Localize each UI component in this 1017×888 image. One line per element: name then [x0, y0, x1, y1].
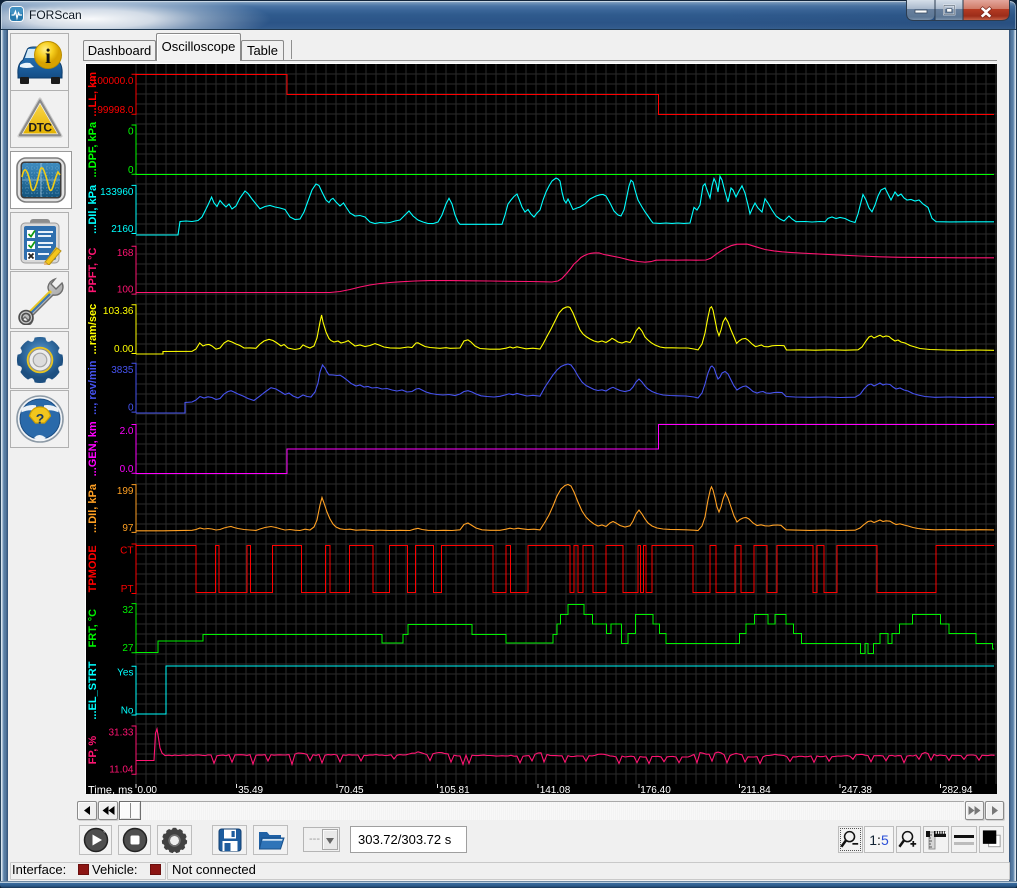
svg-text:11.04: 11.04	[109, 765, 134, 776]
svg-text:i: i	[45, 44, 51, 68]
svg-text:35.49: 35.49	[238, 785, 263, 794]
svg-text:...LL, km: ...LL, km	[87, 72, 99, 117]
svg-text:32: 32	[122, 605, 134, 616]
svg-text:PPFT, °C: PPFT, °C	[87, 247, 99, 292]
svg-text:..., rev/min: ..., rev/min	[87, 360, 99, 415]
svg-text:Time, ms: Time, ms	[88, 785, 133, 795]
svg-text:176.40: 176.40	[640, 785, 671, 794]
svg-text:PT: PT	[121, 584, 134, 595]
svg-text:247.38: 247.38	[841, 785, 872, 794]
svg-text:2160: 2160	[111, 224, 134, 235]
svg-text:...ram/sec: ...ram/sec	[87, 304, 99, 355]
svg-text:100: 100	[117, 285, 134, 296]
svg-text:0.00: 0.00	[114, 344, 134, 355]
svg-text:282.94: 282.94	[942, 785, 973, 794]
svg-text:CT: CT	[120, 546, 133, 557]
svg-text:?: ?	[35, 411, 44, 427]
svg-text:0.00: 0.00	[138, 785, 158, 794]
svg-text:0: 0	[128, 127, 134, 138]
svg-text:2.0: 2.0	[120, 426, 134, 437]
svg-text:27: 27	[122, 643, 134, 654]
svg-text:0.0: 0.0	[120, 464, 134, 475]
svg-text:103.36: 103.36	[103, 306, 134, 317]
svg-text:70.45: 70.45	[339, 785, 364, 794]
svg-text:133960: 133960	[100, 187, 134, 198]
svg-text:105.81: 105.81	[439, 785, 470, 794]
svg-text:...DIl, kPa: ...DIl, kPa	[87, 483, 99, 533]
svg-text:211.84: 211.84	[741, 785, 771, 794]
svg-text:DTC: DTC	[28, 121, 52, 135]
svg-text:...GEN, km: ...GEN, km	[87, 421, 99, 476]
svg-text:97: 97	[122, 523, 134, 534]
svg-text:199: 199	[117, 486, 134, 497]
svg-text:...DPF, kPa: ...DPF, kPa	[87, 121, 99, 178]
svg-text:31.33: 31.33	[108, 728, 133, 739]
svg-text:3835: 3835	[111, 365, 134, 376]
svg-text:No: No	[121, 706, 134, 717]
svg-text:99998.0: 99998.0	[97, 105, 134, 116]
svg-text:168: 168	[117, 248, 134, 259]
svg-text:FRT, °C: FRT, °C	[87, 609, 99, 648]
svg-text:FP, %: FP, %	[87, 736, 99, 765]
svg-text:Yes: Yes	[117, 668, 133, 679]
svg-text:0: 0	[128, 403, 134, 414]
svg-text:...EL_STRT: ...EL_STRT	[87, 661, 99, 719]
svg-text:TPMODE: TPMODE	[87, 545, 99, 592]
svg-text:0: 0	[128, 165, 134, 176]
svg-text:...DIl, kPa: ...DIl, kPa	[87, 184, 99, 234]
svg-text:141.08: 141.08	[540, 785, 571, 794]
